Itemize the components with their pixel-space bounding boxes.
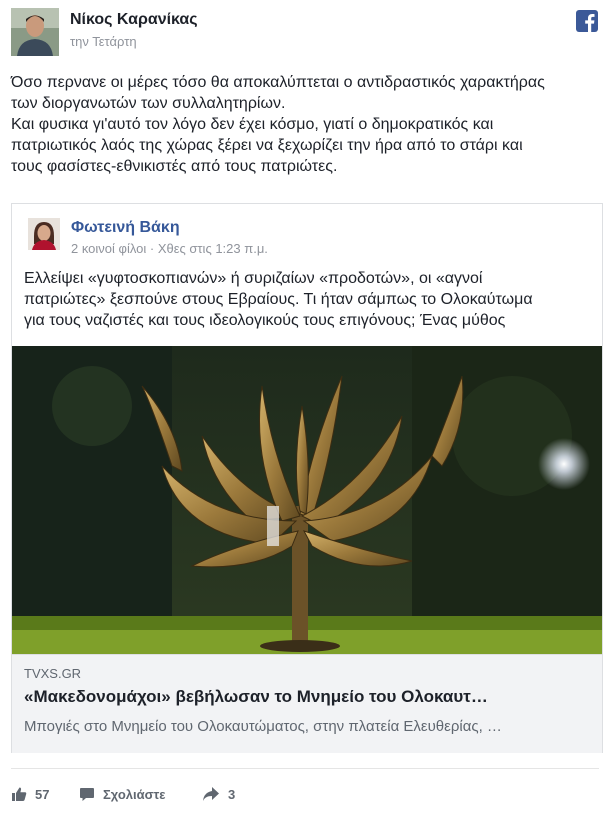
shared-author-name[interactable]: Φωτεινή Βάκη	[71, 219, 180, 237]
post-timestamp[interactable]: την Τετάρτη	[70, 34, 137, 49]
shared-text-line: πατριώτες» ξεσπούνε στους Εβραίους. Τι ή…	[24, 291, 533, 308]
share-count: 3	[228, 786, 236, 802]
share-icon	[203, 787, 219, 801]
shared-text-line: Ελλείψει «γυφτοσκοπιανών» ή συριζαίων «π…	[24, 270, 483, 287]
post-body: Όσο περνανε οι μέρες τόσο θα αποκαλύπτετ…	[11, 72, 601, 177]
post-text-line: Και φυσικα γι'αυτό τον λόγο δεν έχει κόσ…	[11, 116, 494, 133]
facebook-logo-icon	[576, 10, 598, 32]
facebook-post: Νίκος Καρανίκας την Τετάρτη Όσο περνανε …	[0, 0, 609, 822]
link-preview-meta[interactable]: TVXS.GR «Μακεδονομάχοι» βεβήλωσαν το Μνη…	[12, 654, 602, 753]
post-text-line: Όσο περνανε οι μέρες τόσο θα αποκαλύπτετ…	[11, 74, 545, 91]
comment-button[interactable]: Σχολιάστε	[79, 780, 165, 808]
post-text-line: πατριωτικός λαός της χώρας ξέρει να ξεχω…	[11, 137, 523, 154]
post-author-name[interactable]: Νίκος Καρανίκας	[70, 11, 198, 29]
link-title[interactable]: «Μακεδονομάχοι» βεβήλωσαν το Μνημείο του…	[24, 687, 590, 707]
link-domain: TVXS.GR	[24, 666, 82, 681]
like-button[interactable]: 57	[11, 780, 49, 808]
shared-post: Φωτεινή Βάκη 2 κοινοί φίλοι · Χθες στις …	[11, 203, 603, 753]
like-icon	[12, 787, 27, 801]
comment-label: Σχολιάστε	[103, 786, 166, 802]
post-text-line: τους φασίστες-εθνικιστές από τους πατριώ…	[11, 158, 338, 175]
like-count: 57	[35, 786, 50, 802]
shared-post-body: Ελλείψει «γυφτοσκοπιανών» ή συριζαίων «π…	[24, 268, 594, 331]
link-description: Μπογιές στο Μνημείο του Ολοκαυτώματος, σ…	[24, 718, 502, 735]
post-text-line: των διοργανωτών των συλλαλητηρίων.	[11, 95, 286, 112]
author-avatar[interactable]	[11, 8, 59, 56]
share-button[interactable]: 3	[202, 780, 235, 808]
comment-icon	[80, 788, 94, 801]
actions-divider	[11, 768, 599, 769]
shared-text-line: για τους ναζιστές και τους ιδεολογικούς …	[24, 312, 506, 329]
shared-author-avatar[interactable]	[28, 218, 60, 250]
link-preview-image[interactable]	[12, 346, 602, 654]
shared-post-meta[interactable]: 2 κοινοί φίλοι · Χθες στις 1:23 π.μ.	[71, 241, 268, 256]
